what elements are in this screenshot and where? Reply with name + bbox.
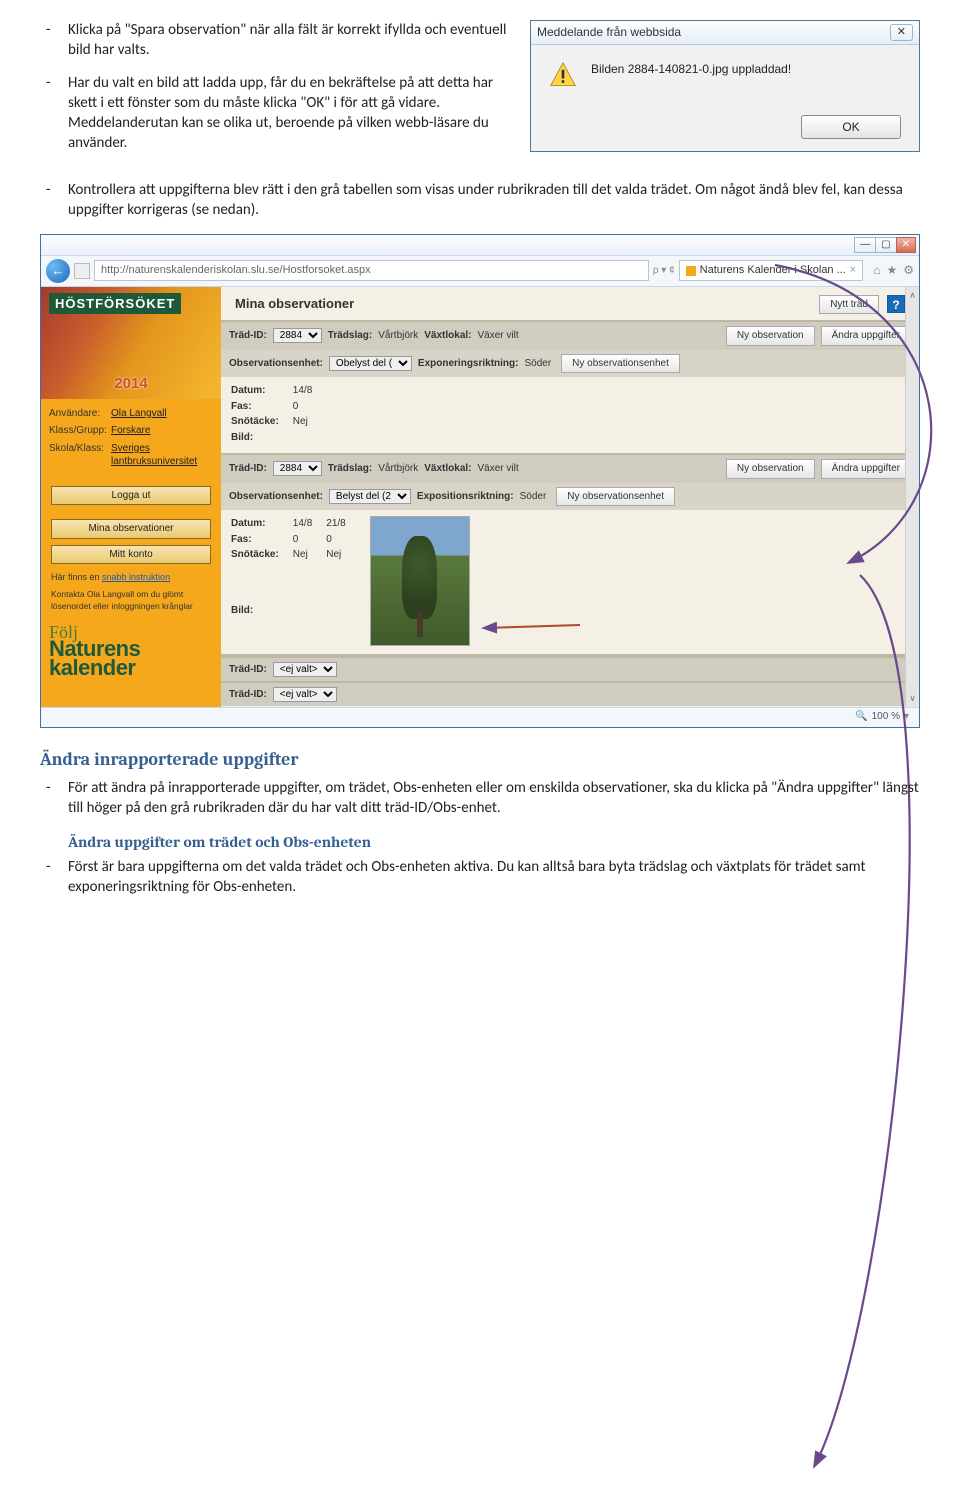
new-obs-unit-button[interactable]: Ny observationsenhet [561,354,680,374]
my-observations-button[interactable]: Mina observationer [51,519,211,539]
edit-data-button[interactable]: Ändra uppgifter [821,326,911,346]
zoom-icon[interactable]: 🔍 [855,710,867,724]
dialog-message: Bilden 2884-140821-0.jpg uppladdad! [591,61,791,77]
new-observation-button[interactable]: Ny observation [726,459,815,479]
dialog-ok-button[interactable]: OK [801,115,901,139]
obs-enhet-select[interactable]: Obelyst del ( [329,356,412,371]
edit-data-button[interactable]: Ändra uppgifter [821,459,911,479]
vertical-scrollbar[interactable] [905,287,919,707]
browser-tab[interactable]: Naturens Kalender i Skolan ... × [679,260,864,281]
banner-image: HÖSTFÖRSÖKET 2014 [41,287,221,399]
school-label: Skola/Klass: [49,442,111,469]
trad-id-select[interactable]: 2884 [273,328,322,343]
user-label: Användare: [49,407,111,421]
home-icon[interactable]: ⌂ [873,262,880,278]
banner-year: 2014 [41,374,221,394]
observation-table: Datum:14/821/8 Fas:00 Snötäcke:NejNej [231,516,360,563]
trad-id-label: Träd-ID: [229,329,267,343]
obs-enhet-label: Observationsenhet: [229,490,323,504]
vaxtlokal-label: Växtlokal: [424,462,471,476]
zoom-level: 100 % [872,710,900,724]
naturens-kalender-logo: Följ Naturens kalender [41,620,221,678]
bullet-1: Klicka på "Spara observation" när alla f… [68,20,510,61]
vaxtlokal-value: Växer vilt [478,329,519,343]
trad-id-label: Träd-ID: [229,462,267,476]
exp-rikt-label: Exponeringsriktning: [418,357,519,371]
exp-rikt-value: Söder [524,357,551,371]
new-observation-button[interactable]: Ny observation [726,326,815,346]
section2-bullet-2: Först är bara uppgifterna om det valda t… [68,857,920,898]
new-obs-unit-button[interactable]: Ny observationsenhet [556,487,675,507]
contact-note: Kontakta Ola Langvall om du glömt löseno… [41,587,221,620]
obs-enhet-label: Observationsenhet: [229,357,323,371]
address-bar[interactable]: http://naturenskalenderiskolan.slu.se/Ho… [94,260,649,281]
bullet-2: Har du valt en bild att ladda upp, får d… [68,73,510,154]
section-heading-edit: Ändra inrapporterade uppgifter [40,748,920,772]
school-value: Sveriges lantbruksuniversitet [111,442,213,469]
browser-back-button[interactable]: ← [46,259,70,283]
vaxtlokal-value: Växer vilt [478,462,519,476]
tradslag-label: Trädslag: [328,329,372,343]
sidebar: HÖSTFÖRSÖKET 2014 Användare:Ola Langvall… [41,287,221,727]
zoom-dropdown-icon[interactable]: ▾ [904,710,909,724]
bild-label: Bild: [231,603,267,619]
subsection-heading-tree-obs: Ändra uppgifter om trädet och Obs-enhete… [68,832,920,853]
trad-id-label: Träd-ID: [229,688,267,702]
warning-icon [549,61,577,89]
section2-bullet-1: För att ändra på inrapporterade uppgifte… [68,778,920,819]
trad-id-label: Träd-ID: [229,663,267,677]
group-value: Forskare [111,424,213,438]
tools-icon[interactable]: ⚙ [903,262,914,278]
favorites-icon[interactable]: ★ [886,262,897,278]
help-button[interactable]: ? [887,295,905,313]
group-label: Klass/Grupp: [49,424,111,438]
quick-instruction-link[interactable]: snabb instruktion [102,572,170,582]
browser-screenshot: — ▢ ✕ ← http://naturenskalenderiskolan.s… [40,234,920,728]
tradslag-value: Vårtbjörk [378,329,418,343]
tree-photo [370,516,470,646]
window-minimize-button[interactable]: — [854,237,876,253]
expos-rikt-label: Expositionsriktning: [417,490,514,504]
tradslag-value: Vårtbjörk [378,462,418,476]
expos-rikt-value: Söder [520,490,547,504]
my-account-button[interactable]: Mitt konto [51,545,211,565]
window-close-button[interactable]: ✕ [896,237,916,253]
observation-block: Träd-ID: 2884 Trädslag: Vårtbjörk Växtlo… [221,455,919,656]
user-value: Ola Langvall [111,407,213,421]
page-title: Mina observationer [235,295,354,313]
favicon-icon [686,266,696,276]
banner-title: HÖSTFÖRSÖKET [49,293,181,315]
trad-id-select[interactable]: <ej valt> [273,662,337,677]
obs-enhet-select[interactable]: Belyst del (2 [329,489,411,504]
main-content: Mina observationer Nytt träd ? Träd-ID: … [221,287,919,727]
tab-close-icon[interactable]: × [850,263,856,278]
dialog-title: Meddelande från webbsida [537,24,681,40]
trad-id-select[interactable]: <ej valt> [273,687,337,702]
logout-button[interactable]: Logga ut [51,486,211,506]
bullet-3: Kontrollera att uppgifterna blev rätt i … [68,180,920,221]
observation-block: Träd-ID: 2884 Trädslag: Vårtbjörk Växtlo… [221,322,919,455]
vaxtlokal-label: Växtlokal: [424,329,471,343]
quick-instruction-note: Här finns en snabb instruktion [41,567,221,587]
dialog-close-button[interactable]: ✕ [890,24,913,41]
new-tree-button[interactable]: Nytt träd [819,295,879,315]
search-indicator: ρ ▾ ¢ [653,264,675,278]
message-dialog: Meddelande från webbsida ✕ Bilden 2884-1… [530,20,920,152]
trad-id-select[interactable]: 2884 [273,461,322,476]
tradslag-label: Trädslag: [328,462,372,476]
tab-title: Naturens Kalender i Skolan ... [700,263,846,278]
window-maximize-button[interactable]: ▢ [875,237,896,253]
observation-table: Datum:14/8 Fas:0 Snötäcke:Nej Bild: [231,383,326,445]
browser-forward-button[interactable] [74,263,90,279]
